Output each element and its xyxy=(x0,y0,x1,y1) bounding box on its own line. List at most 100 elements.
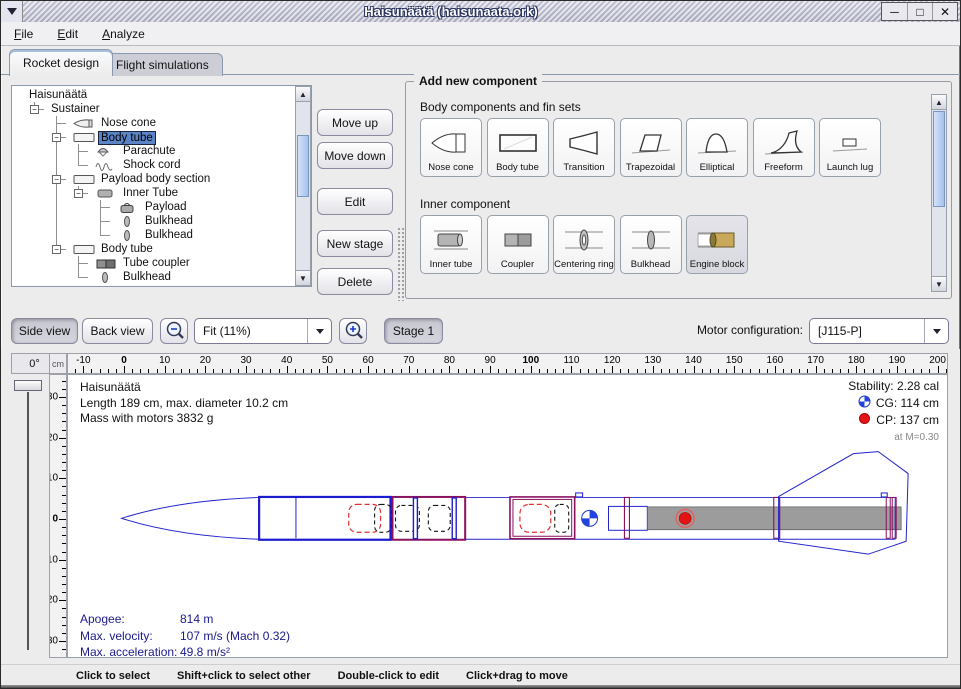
side-view-button[interactable]: Side view xyxy=(11,318,78,344)
menu-edit[interactable]: Edit xyxy=(57,27,78,41)
nose-cone-shape[interactable] xyxy=(122,497,259,539)
close-button[interactable]: ✕ xyxy=(932,3,957,20)
tree-row[interactable]: Haisunäätä xyxy=(13,88,294,102)
zoom-level-select[interactable]: Fit (11%) xyxy=(194,318,332,344)
add-nose-cone-button[interactable]: Nose cone xyxy=(420,118,482,177)
maximize-button[interactable]: □ xyxy=(907,3,932,20)
tab-rocket-design[interactable]: Rocket design xyxy=(9,49,113,76)
scroll-down-arrow[interactable]: ▼ xyxy=(296,270,310,285)
new-stage-button[interactable]: New stage xyxy=(317,230,393,257)
scroll-up-arrow[interactable]: ▲ xyxy=(932,95,946,110)
tree-item-label[interactable]: Bulkhead xyxy=(145,228,193,242)
add-coupler-button[interactable]: Coupler xyxy=(487,215,549,274)
add-elliptical-button[interactable]: Elliptical xyxy=(686,118,748,177)
tree-item-label[interactable]: Bulkhead xyxy=(145,214,193,228)
tab-flight-simulations[interactable]: Flight simulations xyxy=(102,53,223,76)
component-scrollbar[interactable]: ▲▼ xyxy=(931,94,947,292)
zoom-out-button[interactable] xyxy=(160,318,188,344)
bulkhead-marker[interactable] xyxy=(413,498,417,539)
add-body-tube-button[interactable]: Body tube xyxy=(487,118,549,177)
tree-row[interactable]: − Payload body section xyxy=(13,172,294,186)
edit-button[interactable]: Edit xyxy=(317,188,393,215)
back-view-button[interactable]: Back view xyxy=(82,318,153,344)
add-inner-tube-button[interactable]: Inner tube xyxy=(420,215,482,274)
stage-1-toggle[interactable]: Stage 1 xyxy=(384,318,443,344)
add-bulkhead-button[interactable]: Bulkhead xyxy=(620,215,682,274)
tree-expand-handle[interactable]: − xyxy=(52,245,61,254)
tree-row[interactable]: Bulkhead xyxy=(13,270,294,284)
add-engine-block-button[interactable]: Engine block xyxy=(686,215,748,274)
add-component-group: Add new component Body components and fi… xyxy=(405,81,952,299)
tree-row[interactable]: − Body tube xyxy=(13,130,294,144)
title-bar[interactable]: Haisunäätä (haisunaata.ork) ─□✕ xyxy=(1,1,960,22)
tree-row[interactable]: Tube coupler xyxy=(13,256,294,270)
move-down-button[interactable]: Move down xyxy=(317,142,393,169)
tree-item-label[interactable]: Shock cord xyxy=(123,158,181,172)
zoom-in-button[interactable] xyxy=(339,318,367,344)
tree-item-label[interactable]: Inner Tube xyxy=(123,186,178,200)
tree-item-label[interactable]: Tube coupler xyxy=(123,256,190,270)
component-label: Freeform xyxy=(764,163,803,173)
add-centering-ring-button[interactable]: Centering ring xyxy=(553,215,615,274)
add-trapezoidal-button[interactable]: Trapezoidal xyxy=(620,118,682,177)
selected-body-tube[interactable] xyxy=(259,497,390,540)
coupler-icon xyxy=(495,221,541,260)
tree-row[interactable]: Parachute xyxy=(13,144,294,158)
tree-row[interactable]: Shock cord xyxy=(13,158,294,172)
add-transition-button[interactable]: Transition xyxy=(553,118,615,177)
centering-ring-marker[interactable] xyxy=(624,497,629,538)
v-ruler-label: -10 xyxy=(49,473,58,484)
tree-expand-handle[interactable]: − xyxy=(52,175,61,184)
component-label: Body tube xyxy=(496,163,539,173)
move-up-button[interactable]: Move up xyxy=(317,109,393,136)
launch-lug-shape[interactable] xyxy=(576,493,583,497)
tree-expand-handle[interactable]: − xyxy=(52,133,61,142)
tree-row[interactable]: Nose cone xyxy=(13,116,294,130)
bulkhead-marker[interactable] xyxy=(452,498,456,539)
scroll-thumb[interactable] xyxy=(933,111,945,207)
rotation-slider-handle[interactable] xyxy=(14,380,42,391)
tree-row[interactable]: Bulkhead xyxy=(13,228,294,242)
h-ruler-label: -10 xyxy=(76,355,90,366)
menu-analyze[interactable]: Analyze xyxy=(102,27,145,41)
minimize-button[interactable]: ─ xyxy=(882,3,907,20)
tree-row[interactable]: Payload xyxy=(13,200,294,214)
tree-item-label[interactable]: Haisunäätä xyxy=(29,88,87,102)
tree-item-label[interactable]: Body tube xyxy=(98,131,156,145)
tree-scrollbar[interactable]: ▲▼ xyxy=(295,86,311,286)
delete-button[interactable]: Delete xyxy=(317,268,393,295)
h-ruler-label: 60 xyxy=(363,355,374,366)
horizontal-ruler: -100102030405060708090100110120130140150… xyxy=(67,353,948,374)
tree-item-label[interactable]: Sustainer xyxy=(51,102,100,116)
tree-item-label[interactable]: Body tube xyxy=(101,242,153,256)
window-menu-icon[interactable] xyxy=(1,1,23,22)
tree-expand-handle[interactable]: − xyxy=(74,189,83,198)
tree-row[interactable]: − Inner Tube xyxy=(13,186,294,200)
tab-bar: Rocket designFlight simulations xyxy=(1,46,960,75)
tree-item-label[interactable]: Payload xyxy=(145,200,187,214)
rocket-canvas[interactable]: Haisunäätä Length 189 cm, max. diameter … xyxy=(67,374,948,658)
tree-row[interactable]: Bulkhead xyxy=(13,214,294,228)
launch-lug-shape[interactable] xyxy=(881,493,887,497)
motor-mount-tube[interactable] xyxy=(609,506,648,530)
h-ruler-label: 10 xyxy=(159,355,170,366)
menu-file[interactable]: File xyxy=(14,27,33,41)
tree-item-label[interactable]: Payload body section xyxy=(101,172,210,186)
cp-value: CP: 137 cm xyxy=(876,413,939,429)
panel-splitter[interactable] xyxy=(397,227,404,301)
tree-item-label[interactable]: Parachute xyxy=(123,144,175,158)
tree-item-label[interactable]: Nose cone xyxy=(101,116,156,130)
scroll-thumb[interactable] xyxy=(297,135,309,197)
tree-row[interactable]: − Sustainer xyxy=(13,102,294,116)
add-launch-lug-button[interactable]: Launch lug xyxy=(819,118,881,177)
motor-configuration-select[interactable]: [J115-P] xyxy=(809,318,949,344)
window-controls: ─□✕ xyxy=(881,2,958,21)
tree-item-label[interactable]: Bulkhead xyxy=(123,270,171,284)
scroll-down-arrow[interactable]: ▼ xyxy=(932,276,946,291)
v-ruler-label: -30 xyxy=(49,391,58,402)
flight-stat-value: 814 m xyxy=(180,611,290,628)
add-freeform-button[interactable]: Freeform xyxy=(753,118,815,177)
tree-row[interactable]: − Body tube xyxy=(13,242,294,256)
tree-expand-handle[interactable]: − xyxy=(30,105,39,114)
scroll-up-arrow[interactable]: ▲ xyxy=(296,87,310,102)
